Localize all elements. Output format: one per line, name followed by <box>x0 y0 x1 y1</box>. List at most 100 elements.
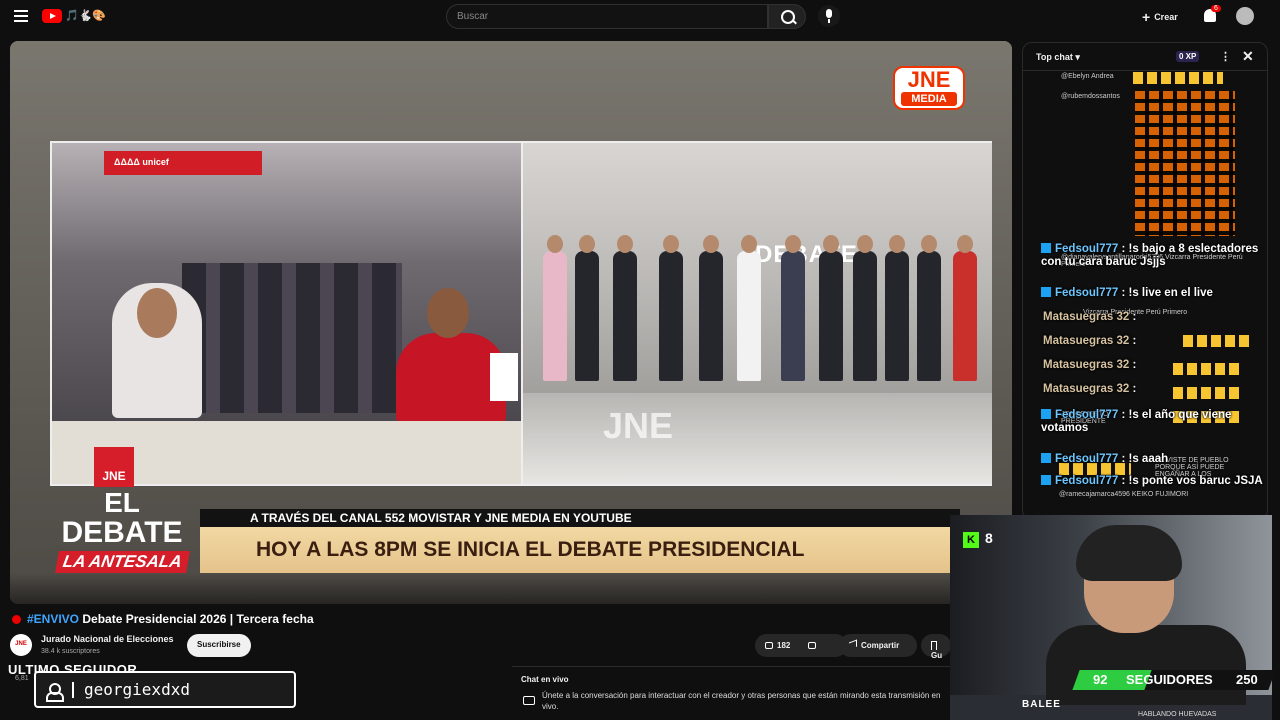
candidate <box>659 235 683 381</box>
share-label: Compartir <box>861 641 900 650</box>
chat-text: : !s ponte vos baruc JSJA <box>1121 475 1263 487</box>
subscribe-button[interactable]: Suscribirse <box>187 634 251 657</box>
separator <box>72 682 74 698</box>
presenter-right-head <box>427 288 469 338</box>
candidate <box>885 235 909 381</box>
chat-user: Fedsoul777 <box>1055 409 1119 421</box>
chat-author: @ramecajamarca4596 KEIKO FUJIMORI <box>1059 491 1189 498</box>
hashtag-link[interactable]: #ENVIVO <box>27 612 79 626</box>
top-chat-label: Top chat <box>1036 52 1073 62</box>
chat-text: : <box>1132 359 1137 371</box>
ticker-bar: HOY A LAS 8PM SE INICIA EL DEBATE PRESID… <box>200 527 960 573</box>
kick-icon: K <box>963 532 979 548</box>
antesala-tag: LA ANTESALA <box>54 551 190 573</box>
search-icon[interactable] <box>768 4 806 29</box>
jne-media-bottom: MEDIA <box>901 92 957 106</box>
search-input[interactable]: Buscar <box>446 4 768 29</box>
more-options-icon[interactable]: ⋮ <box>1220 50 1231 63</box>
chat-author: @rubemdossantos <box>1061 93 1120 100</box>
live-dot-icon <box>12 615 21 624</box>
chat-author: @Ebelyn Andrea <box>1061 73 1114 80</box>
chat-message: Fedsoul777 : !s ponte vos baruc JSJA <box>1041 475 1267 488</box>
twitter-icon <box>1041 409 1051 419</box>
chat-messages: @Ebelyn Andrea @rubemdossantos @dianaval… <box>1023 71 1267 519</box>
candidate <box>953 235 977 381</box>
brand-doodle: 🎵🐇🎨 <box>65 10 107 22</box>
share-button[interactable]: Compartir <box>839 634 917 657</box>
follower-goal-target: 250 <box>1236 672 1258 687</box>
video-title: #ENVIVO Debate Presidencial 2026 | Terce… <box>12 612 314 626</box>
twitter-icon <box>1041 475 1051 485</box>
channel-avatar[interactable]: JNE <box>10 634 32 656</box>
chat-user: Matasuegras 32 <box>1043 359 1130 371</box>
streamer-name: BALEE <box>1022 699 1061 710</box>
save-label: Gu <box>931 651 943 660</box>
candidate <box>575 235 599 381</box>
chat-user: Fedsoul777 <box>1055 475 1119 487</box>
bottom-note: HABLANDO HUEVADAS <box>1138 711 1217 718</box>
webcam-overlay: K8 92 SEGUIDORES 250 BALEE HABLANDO HUEV… <box>950 515 1276 720</box>
follower-goal-current: 92 <box>1093 672 1108 687</box>
chat-message: Fedsoul777 : !s bajo a 8 eslectadores co… <box>1041 243 1267 269</box>
menu-icon[interactable] <box>14 10 28 22</box>
notification-badge: 6 <box>1211 5 1221 12</box>
like-button[interactable]: 182 <box>755 634 847 657</box>
top-chat-dropdown[interactable]: Top chat ▾ <box>1036 52 1080 63</box>
chat-user: Matasuegras 32 <box>1043 335 1130 347</box>
chat-user: Fedsoul777 <box>1055 243 1119 255</box>
plus-icon: + <box>1142 9 1151 25</box>
chat-message: Matasuegras 32 : <box>1043 311 1267 324</box>
kick-viewers: K8 <box>963 530 993 548</box>
candidate <box>917 235 941 381</box>
chat-user: Fedsoul777 <box>1055 453 1119 465</box>
chat-bubble-icon <box>523 696 535 705</box>
chat-message: Fedsoul777 : !s aaah <box>1041 453 1267 466</box>
microphone-icon[interactable] <box>818 5 840 27</box>
player-controls[interactable] <box>10 573 1012 604</box>
close-icon[interactable]: ✕ <box>1242 48 1254 65</box>
floor-logo: JNE <box>603 405 674 446</box>
chat-text: : <box>1132 335 1137 347</box>
broadcast-subline: A TRAVÉS DEL CANAL 552 MOVISTAR Y JNE ME… <box>200 509 960 527</box>
chat-text: : !s aaah <box>1121 453 1169 465</box>
candidates-row <box>523 235 992 401</box>
chevron-down-icon: ▾ <box>1075 52 1080 62</box>
crowd <box>182 263 402 413</box>
streamer-body <box>1046 625 1246 705</box>
studio-scene: ΔΔΔΔ unicef <box>52 143 521 484</box>
channel-name[interactable]: Jurado Nacional de Elecciones <box>41 634 174 644</box>
save-button[interactable]: Gu <box>921 634 951 660</box>
chat-message: Fedsoul777 : !s el año que viene votamos <box>1041 409 1267 435</box>
candidate <box>853 235 877 381</box>
kick-count: 8 <box>985 530 993 546</box>
create-label: Crear <box>1154 12 1178 22</box>
avatar[interactable] <box>1236 7 1254 25</box>
top-bar: 🎵🐇🎨 Buscar + Crear 6 <box>0 0 1280 34</box>
last-follower-box: georgiexdxd <box>34 671 296 708</box>
video-title-text: Debate Presidencial 2026 | Tercera fecha <box>79 612 314 626</box>
live-chat-strip: Chat en vivo Únete a la conversación par… <box>512 666 950 720</box>
chat-header: Top chat ▾ 0 XP ⋮ ✕ <box>1023 43 1267 71</box>
chat-message: Matasuegras 32 : <box>1043 335 1267 348</box>
live-chat-panel: Top chat ▾ 0 XP ⋮ ✕ @Ebelyn Andrea @rube… <box>1022 42 1268 520</box>
subscriber-count: 38.4 k suscriptores <box>41 648 100 655</box>
qr-code <box>490 353 518 401</box>
thumbs-down-icon[interactable] <box>808 642 817 649</box>
chat-user: Matasuegras 32 <box>1043 311 1130 323</box>
chat-message: Fedsoul777 : !s live en el live <box>1041 287 1267 300</box>
stage-floor <box>523 393 992 484</box>
candidate <box>737 235 761 381</box>
last-follower-name: georgiexdxd <box>84 680 190 699</box>
emoji-block <box>1135 91 1235 236</box>
create-button[interactable]: + Crear <box>1142 9 1178 25</box>
inset-video: ΔΔΔΔ unicef DEBATE JNE <box>50 141 992 486</box>
video-player[interactable]: ΔΔΔΔ unicef DEBATE JNE JNE MEDIA JNE EL … <box>10 41 1012 604</box>
chat-text: : <box>1132 311 1137 323</box>
jne-media-logo: JNE MEDIA <box>893 66 965 110</box>
chat-message: Matasuegras 32 : <box>1043 383 1267 396</box>
chat-message: Matasuegras 32 : <box>1043 359 1267 372</box>
xp-badge[interactable]: 0 XP <box>1176 51 1200 62</box>
youtube-logo-icon[interactable] <box>42 9 62 23</box>
chat-user: Matasuegras 32 <box>1043 383 1130 395</box>
thumbs-up-icon <box>765 642 773 649</box>
